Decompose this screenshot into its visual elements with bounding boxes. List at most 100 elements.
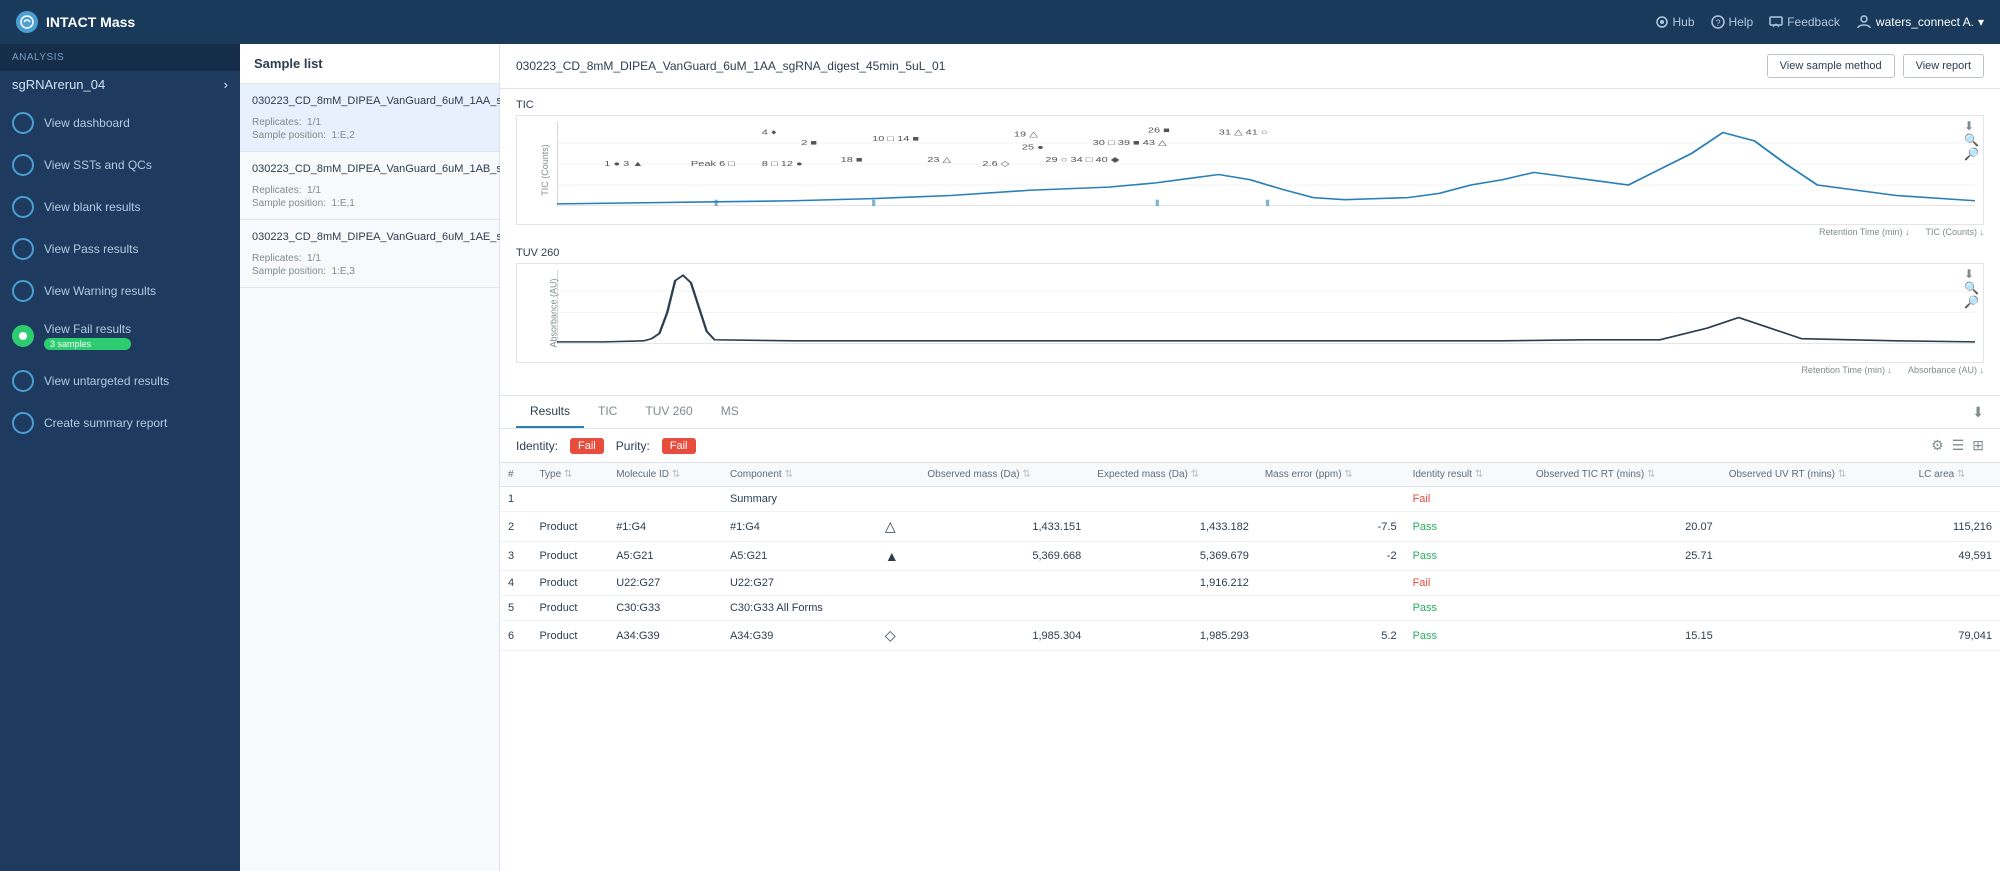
tuv-chart-bottom: Retention Time (min) ↓ Absorbance (AU) ↓	[516, 365, 1984, 375]
tab-tic[interactable]: TIC	[584, 396, 631, 428]
app-title: INTACT Mass	[46, 14, 135, 30]
results-table-wrap: # Type ⇅ Molecule ID ⇅ Component ⇅ Obser…	[500, 463, 2000, 871]
sample-panel-header: Sample list	[240, 44, 499, 84]
col-observed-mass[interactable]: Observed mass (Da) ⇅	[919, 463, 1089, 487]
col-symbol	[877, 463, 919, 487]
svg-text:2.6 ◇: 2.6 ◇	[982, 160, 1009, 168]
tic-chart-container: TIC (Counts)	[516, 115, 1984, 225]
tab-actions: ⬇	[1972, 404, 1984, 421]
tic-chart-section: TIC TIC (Counts)	[516, 99, 1984, 237]
table-row: 6 Product A34:G39 A34:G39 ◇ 1,985.304 1,…	[500, 621, 2000, 651]
svg-text:29 ○ 34 □ 40 ◆: 29 ○ 34 □ 40 ◆	[1045, 156, 1119, 164]
sidebar-circle-untargeted	[12, 370, 34, 392]
col-type[interactable]: Type ⇅	[531, 463, 608, 487]
svg-text:19 △: 19 △	[1014, 130, 1038, 138]
top-nav: INTACT Mass Hub ? Help Feedback waters_c…	[0, 0, 2000, 44]
header-buttons: View sample method View report	[1767, 54, 1984, 78]
charts-area: TIC TIC (Counts)	[500, 89, 2000, 396]
tic-chart-label: TIC	[516, 99, 1984, 111]
sidebar-circle-summary	[12, 412, 34, 434]
tuv-zoom-in-btn[interactable]: 🔍	[1964, 282, 1979, 294]
tab-tuv260[interactable]: TUV 260	[631, 396, 706, 428]
sidebar-circle-fail	[12, 325, 34, 347]
sidebar: ANALYSIS sgRNArerun_04 › View dashboard …	[0, 44, 240, 871]
logo-icon	[16, 11, 38, 33]
col-uv-rt[interactable]: Observed UV RT (mins) ⇅	[1721, 463, 1911, 487]
tuv-chart-label: TUV 260	[516, 247, 1984, 259]
sidebar-item-dashboard[interactable]: View dashboard	[0, 102, 240, 144]
sidebar-circle-blank	[12, 196, 34, 218]
svg-text:4 ♦: 4 ♦	[762, 128, 777, 136]
columns-icon[interactable]: ☰	[1952, 437, 1965, 454]
main-layout: ANALYSIS sgRNArerun_04 › View dashboard …	[0, 44, 2000, 871]
download-results-btn[interactable]: ⬇	[1972, 404, 1984, 421]
export-icon[interactable]: ⊞	[1972, 437, 1984, 454]
sidebar-item-pass-results[interactable]: View Pass results	[0, 228, 240, 270]
sidebar-item-blank-results[interactable]: View blank results	[0, 186, 240, 228]
svg-text:25 ●: 25 ●	[1022, 143, 1044, 151]
table-row: 4 Product U22:G27 U22:G27 1,916.212 Fail	[500, 571, 2000, 596]
col-component[interactable]: Component ⇅	[722, 463, 877, 487]
tic-download-btn[interactable]: ⬇	[1964, 120, 1979, 132]
view-sample-method-button[interactable]: View sample method	[1767, 54, 1895, 78]
col-lc-area[interactable]: LC area ⇅	[1911, 463, 2000, 487]
sidebar-item-ssts-qcs[interactable]: View SSTs and QCs	[0, 144, 240, 186]
hub-button[interactable]: Hub	[1655, 15, 1695, 29]
tuv-chart-svg	[557, 270, 1975, 344]
help-button[interactable]: ? Help	[1711, 15, 1754, 29]
sidebar-circle-warning	[12, 280, 34, 302]
tab-ms[interactable]: MS	[707, 396, 753, 428]
table-row: 2 Product #1:G4 #1:G4 △ 1,433.151 1,433.…	[500, 512, 2000, 542]
table-row: 1 Summary Fail	[500, 487, 2000, 512]
tic-chart-svg: 4 ♦ 2 ■ 10 □ 14 ■ 19 △ 26 ■ 31 △ 41 ○ 25…	[557, 122, 1975, 206]
svg-text:Peak 6 □: Peak 6 □	[691, 160, 735, 168]
svg-text:18 ■: 18 ■	[841, 156, 863, 164]
col-molecule[interactable]: Molecule ID ⇅	[608, 463, 722, 487]
sidebar-circle-dashboard	[12, 112, 34, 134]
sample-item-2[interactable]: 030223_CD_8mM_DIPEA_VanGuard_6uM_1AB_sgR…	[240, 152, 499, 220]
results-table: # Type ⇅ Molecule ID ⇅ Component ⇅ Obser…	[500, 463, 2000, 651]
col-num: #	[500, 463, 531, 487]
sample-item-1[interactable]: 030223_CD_8mM_DIPEA_VanGuard_6uM_1AA_sgR…	[240, 84, 499, 152]
sidebar-item-warning-results[interactable]: View Warning results	[0, 270, 240, 312]
results-area: Results TIC TUV 260 MS ⬇ Identity: Fail …	[500, 396, 2000, 871]
main-header: 030223_CD_8mM_DIPEA_VanGuard_6uM_1AA_sgR…	[500, 44, 2000, 89]
tic-zoom-out-btn[interactable]: 🔎	[1964, 148, 1979, 160]
svg-text:31 △ 41 ○: 31 △ 41 ○	[1219, 128, 1268, 136]
tabs-bar: Results TIC TUV 260 MS ⬇	[500, 396, 2000, 429]
filter-icon[interactable]: ⚙	[1931, 437, 1944, 454]
tuv-chart-section: TUV 260 Absorbance (AU) ⬇ 🔍 🔎	[516, 247, 1984, 375]
sample-item-3[interactable]: 030223_CD_8mM_DIPEA_VanGuard_6uM_1AE_sgR…	[240, 220, 499, 288]
sidebar-item-untargeted[interactable]: View untargeted results	[0, 360, 240, 402]
svg-text:8 □ 12 ●: 8 □ 12 ●	[762, 160, 803, 168]
sidebar-item-fail-results[interactable]: View Fail results 3 samples	[0, 312, 240, 360]
tuv-download-btn[interactable]: ⬇	[1964, 268, 1979, 280]
user-menu[interactable]: waters_connect A. ▾	[1856, 14, 1984, 30]
tab-results[interactable]: Results	[516, 396, 584, 428]
svg-text:?: ?	[1715, 18, 1720, 28]
col-mass-error[interactable]: Mass error (ppm) ⇅	[1257, 463, 1405, 487]
sidebar-item-summary[interactable]: Create summary report	[0, 402, 240, 444]
feedback-button[interactable]: Feedback	[1769, 15, 1840, 29]
tic-y-label: TIC (Counts)	[540, 144, 550, 196]
svg-text:10 □ 14 ■: 10 □ 14 ■	[872, 135, 919, 143]
tic-chart-toolbar: ⬇ 🔍 🔎	[1964, 120, 1979, 160]
svg-text:2 ■: 2 ■	[801, 139, 817, 147]
svg-text:30 □ 39 ■ 43 △: 30 □ 39 ■ 43 △	[1093, 139, 1167, 147]
sidebar-analysis-name[interactable]: sgRNArerun_04 ›	[0, 71, 240, 102]
main-content: 030223_CD_8mM_DIPEA_VanGuard_6uM_1AA_sgR…	[500, 44, 2000, 871]
identity-status-chip[interactable]: Fail	[570, 438, 604, 454]
main-title: 030223_CD_8mM_DIPEA_VanGuard_6uM_1AA_sgR…	[516, 59, 945, 73]
tuv-zoom-out-btn[interactable]: 🔎	[1964, 296, 1979, 308]
table-row: 3 Product A5:G21 A5:G21 ▲ 5,369.668 5,36…	[500, 542, 2000, 571]
purity-status-chip[interactable]: Fail	[662, 438, 696, 454]
col-expected-mass[interactable]: Expected mass (Da) ⇅	[1089, 463, 1257, 487]
col-identity[interactable]: Identity result ⇅	[1405, 463, 1528, 487]
tic-zoom-in-btn[interactable]: 🔍	[1964, 134, 1979, 146]
view-report-button[interactable]: View report	[1903, 54, 1984, 78]
svg-text:1 ● 3 ▲: 1 ● 3 ▲	[604, 160, 643, 168]
tabs: Results TIC TUV 260 MS	[516, 396, 753, 428]
col-tic-rt[interactable]: Observed TIC RT (mins) ⇅	[1528, 463, 1721, 487]
nav-left: INTACT Mass	[16, 11, 135, 33]
nav-right: Hub ? Help Feedback waters_connect A. ▾	[1655, 14, 1985, 30]
